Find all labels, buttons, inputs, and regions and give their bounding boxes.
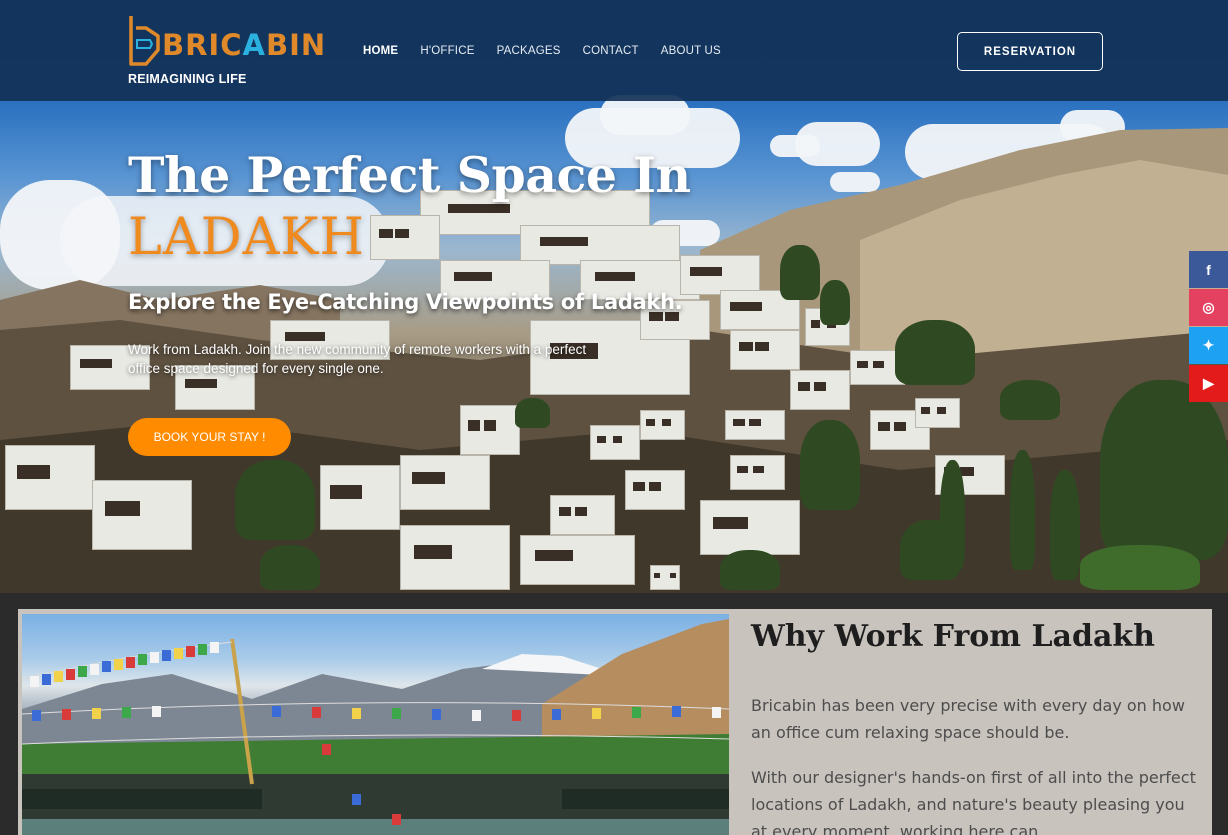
why-paragraph-2: With our designer's hands-on first of al…: [751, 768, 1196, 835]
logo-text-part2: A: [242, 28, 266, 62]
hero-description: Work from Ladakh. Join the new community…: [128, 342, 587, 376]
ladakh-prayer-flags-image: [22, 614, 729, 835]
youtube-icon[interactable]: ▶: [1189, 365, 1228, 402]
why-section-title: Why Work From Ladakh: [751, 619, 1155, 654]
nav-home[interactable]: HOME: [363, 45, 398, 57]
why-paragraph-1: Bricabin has been very precise with ever…: [751, 696, 1185, 742]
nav-contact[interactable]: CONTACT: [583, 45, 639, 57]
hero-title: The Perfect Space In: [128, 146, 691, 204]
top-navigation-bar: BRICABIN REIMAGINING LIFE HOME H'OFFICE …: [0, 0, 1228, 101]
social-sidebar: f ◎ ✦ ▶: [1189, 251, 1228, 403]
twitter-icon[interactable]: ✦: [1189, 327, 1228, 364]
main-nav: HOME H'OFFICE PACKAGES CONTACT ABOUT US: [363, 45, 743, 57]
logo-mark-icon: [129, 16, 160, 66]
why-card: Why Work From Ladakh Bricabin has been v…: [18, 609, 1212, 835]
instagram-icon[interactable]: ◎: [1189, 289, 1228, 326]
hero-place-name: LADAKH: [128, 208, 365, 267]
nav-packages[interactable]: PACKAGES: [497, 45, 561, 57]
book-your-stay-button[interactable]: BOOK YOUR STAY !: [128, 418, 291, 456]
nav-hoffice[interactable]: H'OFFICE: [420, 45, 474, 57]
nav-about-us[interactable]: ABOUT US: [661, 45, 721, 57]
logo-wordmark: BRICABIN: [162, 28, 326, 62]
facebook-icon[interactable]: f: [1189, 251, 1228, 288]
hero-subtitle: Explore the Eye-Catching Viewpoints of L…: [128, 290, 683, 314]
why-section: Why Work From Ladakh Bricabin has been v…: [0, 593, 1228, 835]
logo-text-part3: BIN: [265, 28, 327, 62]
reservation-button[interactable]: RESERVATION: [957, 32, 1103, 71]
brand-tagline: REIMAGINING LIFE: [128, 72, 247, 86]
bricabin-logo[interactable]: BRICABIN: [128, 14, 325, 74]
logo-text-part1: BRIC: [162, 28, 243, 62]
